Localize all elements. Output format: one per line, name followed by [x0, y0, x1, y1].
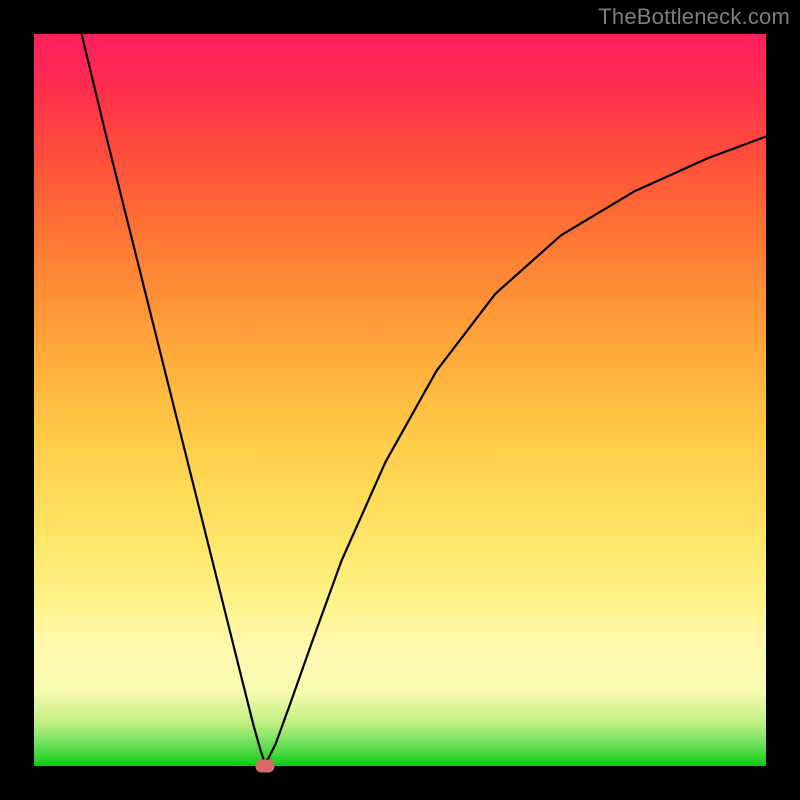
- chart-frame: TheBottleneck.com: [0, 0, 800, 800]
- curve-layer: [34, 34, 766, 766]
- watermark-text: TheBottleneck.com: [598, 4, 790, 30]
- optimum-marker: [255, 760, 274, 773]
- bottleneck-curve: [82, 34, 766, 762]
- plot-area: [34, 34, 766, 766]
